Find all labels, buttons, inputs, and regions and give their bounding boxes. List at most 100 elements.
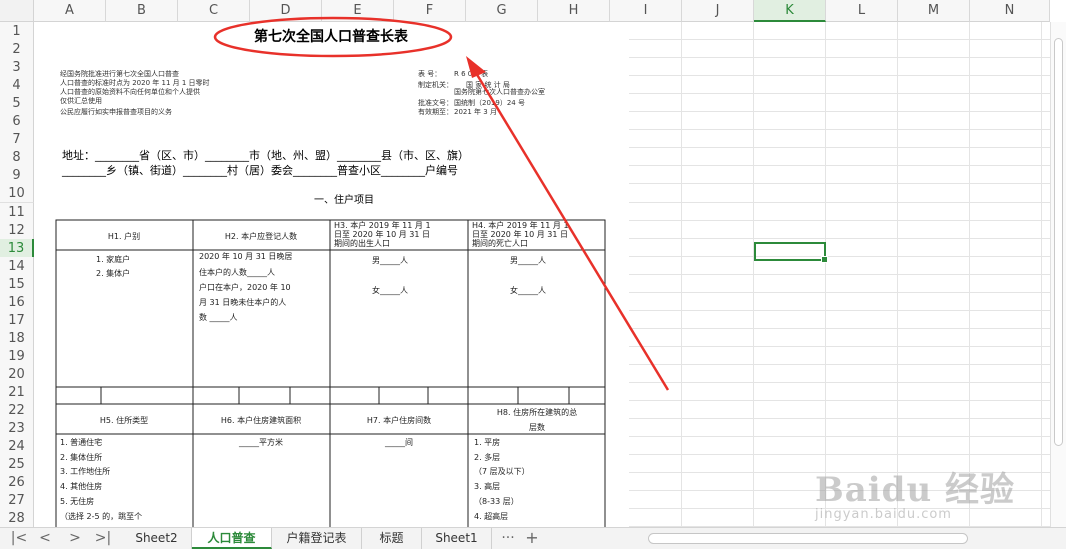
h3-header: H3. 本户 2019 年 11 月 1 xyxy=(334,220,431,230)
h4-female: 女_____人 xyxy=(510,285,546,295)
column-header-h[interactable]: H xyxy=(538,0,610,22)
h5-header: H5. 住所类型 xyxy=(100,415,148,425)
row-header-18[interactable]: 18 xyxy=(0,328,34,348)
tab-title[interactable]: 标题 xyxy=(362,528,422,549)
h5-option: （选择 2-5 的，跳至个 xyxy=(60,511,142,521)
selected-cell-k13[interactable] xyxy=(754,242,828,263)
row-header-13[interactable]: 13 xyxy=(0,238,34,258)
vertical-scrollbar[interactable] xyxy=(1050,22,1066,527)
h1-header: H1. 户别 xyxy=(108,231,140,241)
h4-header: 日至 2020 年 10 月 31 日 xyxy=(472,229,568,239)
h5-option: 4. 其他住房 xyxy=(60,481,102,491)
h8-option: 1. 平房 xyxy=(474,437,500,447)
fill-handle[interactable] xyxy=(821,256,828,263)
h7-header: H7. 本户住房间数 xyxy=(367,415,431,425)
h5-option: 5. 无住房 xyxy=(60,496,94,506)
horizontal-scroll-thumb[interactable] xyxy=(648,533,968,544)
vertical-scroll-thumb[interactable] xyxy=(1054,38,1063,446)
add-sheet-button[interactable]: + xyxy=(520,528,544,549)
row-header-21[interactable]: 21 xyxy=(0,383,34,402)
meta-label: 有效期至： xyxy=(418,107,453,116)
h3-header: 期间的出生人口 xyxy=(334,238,390,248)
column-header-m[interactable]: M xyxy=(898,0,970,22)
tab-sheet1[interactable]: Sheet1 xyxy=(422,528,492,549)
row-header-9[interactable]: 9 xyxy=(0,166,34,186)
column-header-j[interactable]: J xyxy=(682,0,754,22)
address-line-2: ________乡（镇、街道）________村（居）委会________普查小… xyxy=(61,163,458,177)
column-header-a[interactable]: A xyxy=(34,0,106,22)
horizontal-scrollbar[interactable] xyxy=(648,531,1050,546)
column-header-d[interactable]: D xyxy=(250,0,322,22)
tab-sheet2[interactable]: Sheet2 xyxy=(122,528,192,549)
h3-header: 日至 2020 年 10 月 31 日 xyxy=(334,229,430,239)
last-sheet-icon[interactable]: >| xyxy=(92,528,114,549)
row-header-10[interactable]: 10 xyxy=(0,184,34,204)
row-header-28[interactable]: 28 xyxy=(0,509,34,529)
h3-female: 女_____人 xyxy=(372,285,408,295)
sheet-tab-bar: |< < > >| Sheet2 人口普查 户籍登记表 标题 Sheet1 ··… xyxy=(0,527,1066,549)
row-header-26[interactable]: 26 xyxy=(0,473,34,493)
column-header-i[interactable]: I xyxy=(610,0,682,22)
more-sheets-icon[interactable]: ··· xyxy=(496,528,520,549)
row-header-22[interactable]: 22 xyxy=(0,401,34,421)
notice-line: 公民应履行如实申报普查项目的义务 xyxy=(60,107,172,116)
row-header-16[interactable]: 16 xyxy=(0,292,34,312)
column-header-k[interactable]: K xyxy=(754,0,826,22)
notice-line: 人口普查的原始资料不向任何单位和个人提供 xyxy=(60,87,200,96)
meta-value: 2021 年 3 月 xyxy=(454,107,497,116)
meta-label: 制定机关： xyxy=(418,80,453,89)
row-header-11[interactable]: 11 xyxy=(0,202,34,222)
meta-value: R 6 0 2 表 xyxy=(454,69,488,78)
column-header-n[interactable]: N xyxy=(970,0,1050,22)
row-header-2[interactable]: 2 xyxy=(0,40,34,60)
watermark-main: Baidu 经验 xyxy=(815,470,1016,510)
column-header-l[interactable]: L xyxy=(826,0,898,22)
meta-label: 批准文号： xyxy=(418,98,453,107)
h8-option: 2. 多层 xyxy=(474,452,500,462)
prev-sheet-icon[interactable]: < xyxy=(34,528,56,549)
row-header-8[interactable]: 8 xyxy=(0,148,34,168)
select-all-corner[interactable] xyxy=(0,0,34,22)
row-header-25[interactable]: 25 xyxy=(0,455,34,475)
first-sheet-icon[interactable]: |< xyxy=(8,528,30,549)
h6-text: _____平方米 xyxy=(238,437,283,447)
row-header-27[interactable]: 27 xyxy=(0,491,34,511)
row-header-3[interactable]: 3 xyxy=(0,58,34,78)
row-header-23[interactable]: 23 xyxy=(0,419,34,439)
row-header-7[interactable]: 7 xyxy=(0,130,34,150)
tab-household-register[interactable]: 户籍登记表 xyxy=(272,528,362,549)
row-header-5[interactable]: 5 xyxy=(0,94,34,114)
notice-line: 人口普查的标准时点为 2020 年 11 月 1 日零时 xyxy=(60,78,210,87)
column-header-e[interactable]: E xyxy=(322,0,394,22)
next-sheet-icon[interactable]: > xyxy=(64,528,86,549)
census-form-image[interactable]: 第七次全国人口普查长表 经国务院批准进行第七次全国人口普查 人口普查的标准时点为… xyxy=(34,22,629,527)
h1-option: 1. 家庭户 xyxy=(96,254,130,264)
tab-census[interactable]: 人口普查 xyxy=(192,528,272,549)
row-header-1[interactable]: 1 xyxy=(0,22,34,41)
row-header-4[interactable]: 4 xyxy=(0,76,34,96)
h5-option: 3. 工作地住所 xyxy=(60,466,110,476)
row-header-6[interactable]: 6 xyxy=(0,112,34,132)
form-title: 第七次全国人口普查长表 xyxy=(254,28,409,45)
row-header-24[interactable]: 24 xyxy=(0,437,34,457)
h5-option: 2. 集体住所 xyxy=(60,452,102,462)
address-line-1: 地址：________省（区、市）________市（地、州、盟）_______… xyxy=(62,148,469,162)
section-title: 一、住户项目 xyxy=(314,193,374,206)
h6-header: H6. 本户住房建筑面积 xyxy=(221,415,301,425)
h7-text: _____间 xyxy=(384,438,413,447)
column-header-c[interactable]: C xyxy=(178,0,250,22)
column-header-f[interactable]: F xyxy=(394,0,466,22)
h8-header: H8. 住房所在建筑的总 xyxy=(497,407,577,417)
column-header-b[interactable]: B xyxy=(106,0,178,22)
h2-text: 住本户的人数_____人 xyxy=(199,267,275,277)
row-header-20[interactable]: 20 xyxy=(0,364,34,384)
row-header-12[interactable]: 12 xyxy=(0,220,34,240)
notice-line: 经国务院批准进行第七次全国人口普查 xyxy=(60,69,179,78)
row-header-15[interactable]: 15 xyxy=(0,274,34,294)
row-header-17[interactable]: 17 xyxy=(0,310,34,330)
row-header-19[interactable]: 19 xyxy=(0,346,34,366)
h2-text: 数 _____人 xyxy=(199,312,238,322)
h2-header: H2. 本户应登记人数 xyxy=(225,231,297,241)
row-header-14[interactable]: 14 xyxy=(0,256,34,276)
column-header-g[interactable]: G xyxy=(466,0,538,22)
